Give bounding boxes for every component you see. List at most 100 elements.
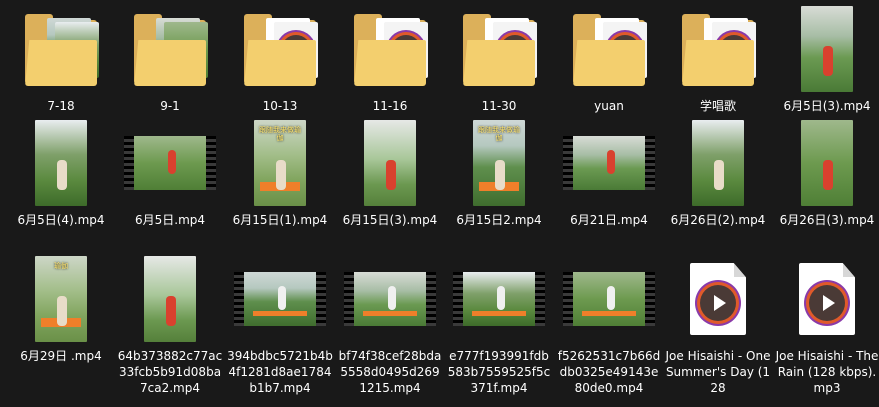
video-frame: [134, 136, 206, 190]
file-thumbnail: [337, 120, 443, 206]
file-thumbnail: [774, 6, 879, 92]
film-perforation: [563, 136, 573, 190]
yoga-mat: [581, 310, 637, 317]
video-frame: [354, 272, 426, 326]
video-frame: [244, 272, 316, 326]
video-thumbnail-icon: [801, 120, 853, 206]
file-name: yuan: [594, 99, 624, 113]
file-name: Joe Hisaishi - The Rain (128 kbps).mp3: [775, 349, 879, 395]
film-perforation: [206, 136, 216, 190]
file-item[interactable]: 跟随我来做瑜伽 6月15日(1).mp4: [227, 120, 333, 228]
folder-icon: [354, 12, 428, 86]
file-name: 6月21日.mp4: [570, 213, 648, 227]
file-thumbnail: [556, 6, 662, 92]
file-thumbnail: [8, 120, 114, 206]
video-thumbnail-icon: [124, 136, 216, 190]
file-thumbnail: [774, 256, 879, 342]
file-name: 6月15日(3).mp4: [342, 213, 438, 227]
file-item[interactable]: 6月21日.mp4: [556, 120, 662, 228]
folder-icon: [573, 12, 647, 86]
folder-icon: [244, 12, 318, 86]
file-thumbnail: [227, 6, 333, 92]
file-item[interactable]: 6月26日(3).mp4: [774, 120, 879, 228]
file-name: Joe Hisaishi - One Summer's Day (128: [665, 349, 771, 395]
file-thumbnail: [665, 256, 771, 342]
file-item[interactable]: 6月5日(3).mp4: [774, 6, 879, 114]
file-name: 394bdbc5721b4b4f1281d8ae1784b1b7.mp4: [227, 349, 333, 395]
file-item[interactable]: 7-18: [8, 6, 114, 114]
file-name: f5262531c7b66ddb0325e49143e80de0.mp4: [557, 349, 661, 395]
person-figure: [57, 296, 67, 326]
file-item[interactable]: 10-13: [227, 6, 333, 114]
file-name: 7-18: [47, 99, 75, 113]
file-thumbnail: [556, 120, 662, 206]
film-perforation: [234, 272, 244, 326]
folder-icon: [25, 12, 99, 86]
file-thumbnail: [8, 6, 114, 92]
thumbnail-caption: 跟随我来做瑜伽: [259, 126, 301, 142]
file-item[interactable]: 11-16: [337, 6, 443, 114]
file-thumbnail: [446, 256, 552, 342]
file-item[interactable]: e777f193991fdb583b7559525f5c371f.mp4: [446, 256, 552, 396]
file-name: 6月26日(3).mp4: [779, 213, 875, 227]
file-item[interactable]: bf74f38cef28bda5558d0495d2691215.mp4: [337, 256, 443, 396]
person-figure: [823, 160, 833, 190]
file-thumbnail: [774, 120, 879, 206]
play-icon: [809, 285, 845, 321]
folder-icon: [134, 12, 208, 86]
video-frame: [573, 272, 645, 326]
person-figure: [166, 296, 176, 326]
file-item[interactable]: 394bdbc5721b4b4f1281d8ae1784b1b7.mp4: [227, 256, 333, 396]
file-thumbnail: [337, 256, 443, 342]
file-name: 11-16: [372, 99, 408, 113]
file-item[interactable]: 瑜伽 6月29日 .mp4: [8, 256, 114, 364]
file-item[interactable]: 6月15日(3).mp4: [337, 120, 443, 228]
folder-front: [682, 40, 754, 86]
file-item[interactable]: 6月5日.mp4: [117, 120, 223, 228]
media-player-icon: [799, 263, 855, 335]
thumbnail-caption: 跟随我来做瑜伽: [478, 126, 520, 142]
file-thumbnail: [117, 256, 223, 342]
file-name: 6月29日 .mp4: [20, 349, 102, 363]
video-thumbnail-icon: [692, 120, 744, 206]
film-perforation: [124, 136, 134, 190]
file-item[interactable]: Joe Hisaishi - The Rain (128 kbps).mp3: [774, 256, 879, 396]
file-item[interactable]: yuan: [556, 6, 662, 114]
file-item[interactable]: 64b373882c77ac33fcb5b91d08ba7ca2.mp4: [117, 256, 223, 396]
yoga-mat: [252, 310, 308, 317]
folder-front: [244, 40, 316, 86]
person-figure: [276, 160, 286, 190]
file-item[interactable]: 6月5日(4).mp4: [8, 120, 114, 228]
file-name: 6月5日(4).mp4: [17, 213, 105, 227]
file-item[interactable]: 学唱歌: [665, 6, 771, 114]
play-icon: [700, 285, 736, 321]
person-figure: [714, 160, 724, 190]
file-item[interactable]: f5262531c7b66ddb0325e49143e80de0.mp4: [556, 256, 662, 396]
file-item[interactable]: 跟随我来做瑜伽 6月15日2.mp4: [446, 120, 552, 228]
file-thumbnail: [665, 6, 771, 92]
folder-icon: [682, 12, 756, 86]
yoga-mat: [362, 310, 418, 317]
file-name: 64b373882c77ac33fcb5b91d08ba7ca2.mp4: [117, 349, 223, 395]
person-figure: [823, 46, 833, 76]
media-player-icon: [690, 263, 746, 335]
file-name: 6月15日2.mp4: [456, 213, 542, 227]
video-thumbnail-icon: [344, 272, 436, 326]
file-name: 6月15日(1).mp4: [232, 213, 328, 227]
video-thumbnail-icon: 跟随我来做瑜伽: [254, 120, 306, 206]
video-thumbnail-icon: [364, 120, 416, 206]
file-thumbnail: [446, 6, 552, 92]
file-item[interactable]: Joe Hisaishi - One Summer's Day (128: [665, 256, 771, 396]
film-perforation: [426, 272, 436, 326]
file-item[interactable]: 11-30: [446, 6, 552, 114]
person-figure: [497, 286, 505, 310]
film-perforation: [645, 272, 655, 326]
file-item[interactable]: 9-1: [117, 6, 223, 114]
person-figure: [278, 286, 286, 310]
file-thumbnail: 跟随我来做瑜伽: [227, 120, 333, 206]
page-fold: [734, 263, 746, 277]
file-item[interactable]: 6月26日(2).mp4: [665, 120, 771, 228]
person-figure: [386, 160, 396, 190]
film-perforation: [316, 272, 326, 326]
folder-front: [354, 40, 426, 86]
